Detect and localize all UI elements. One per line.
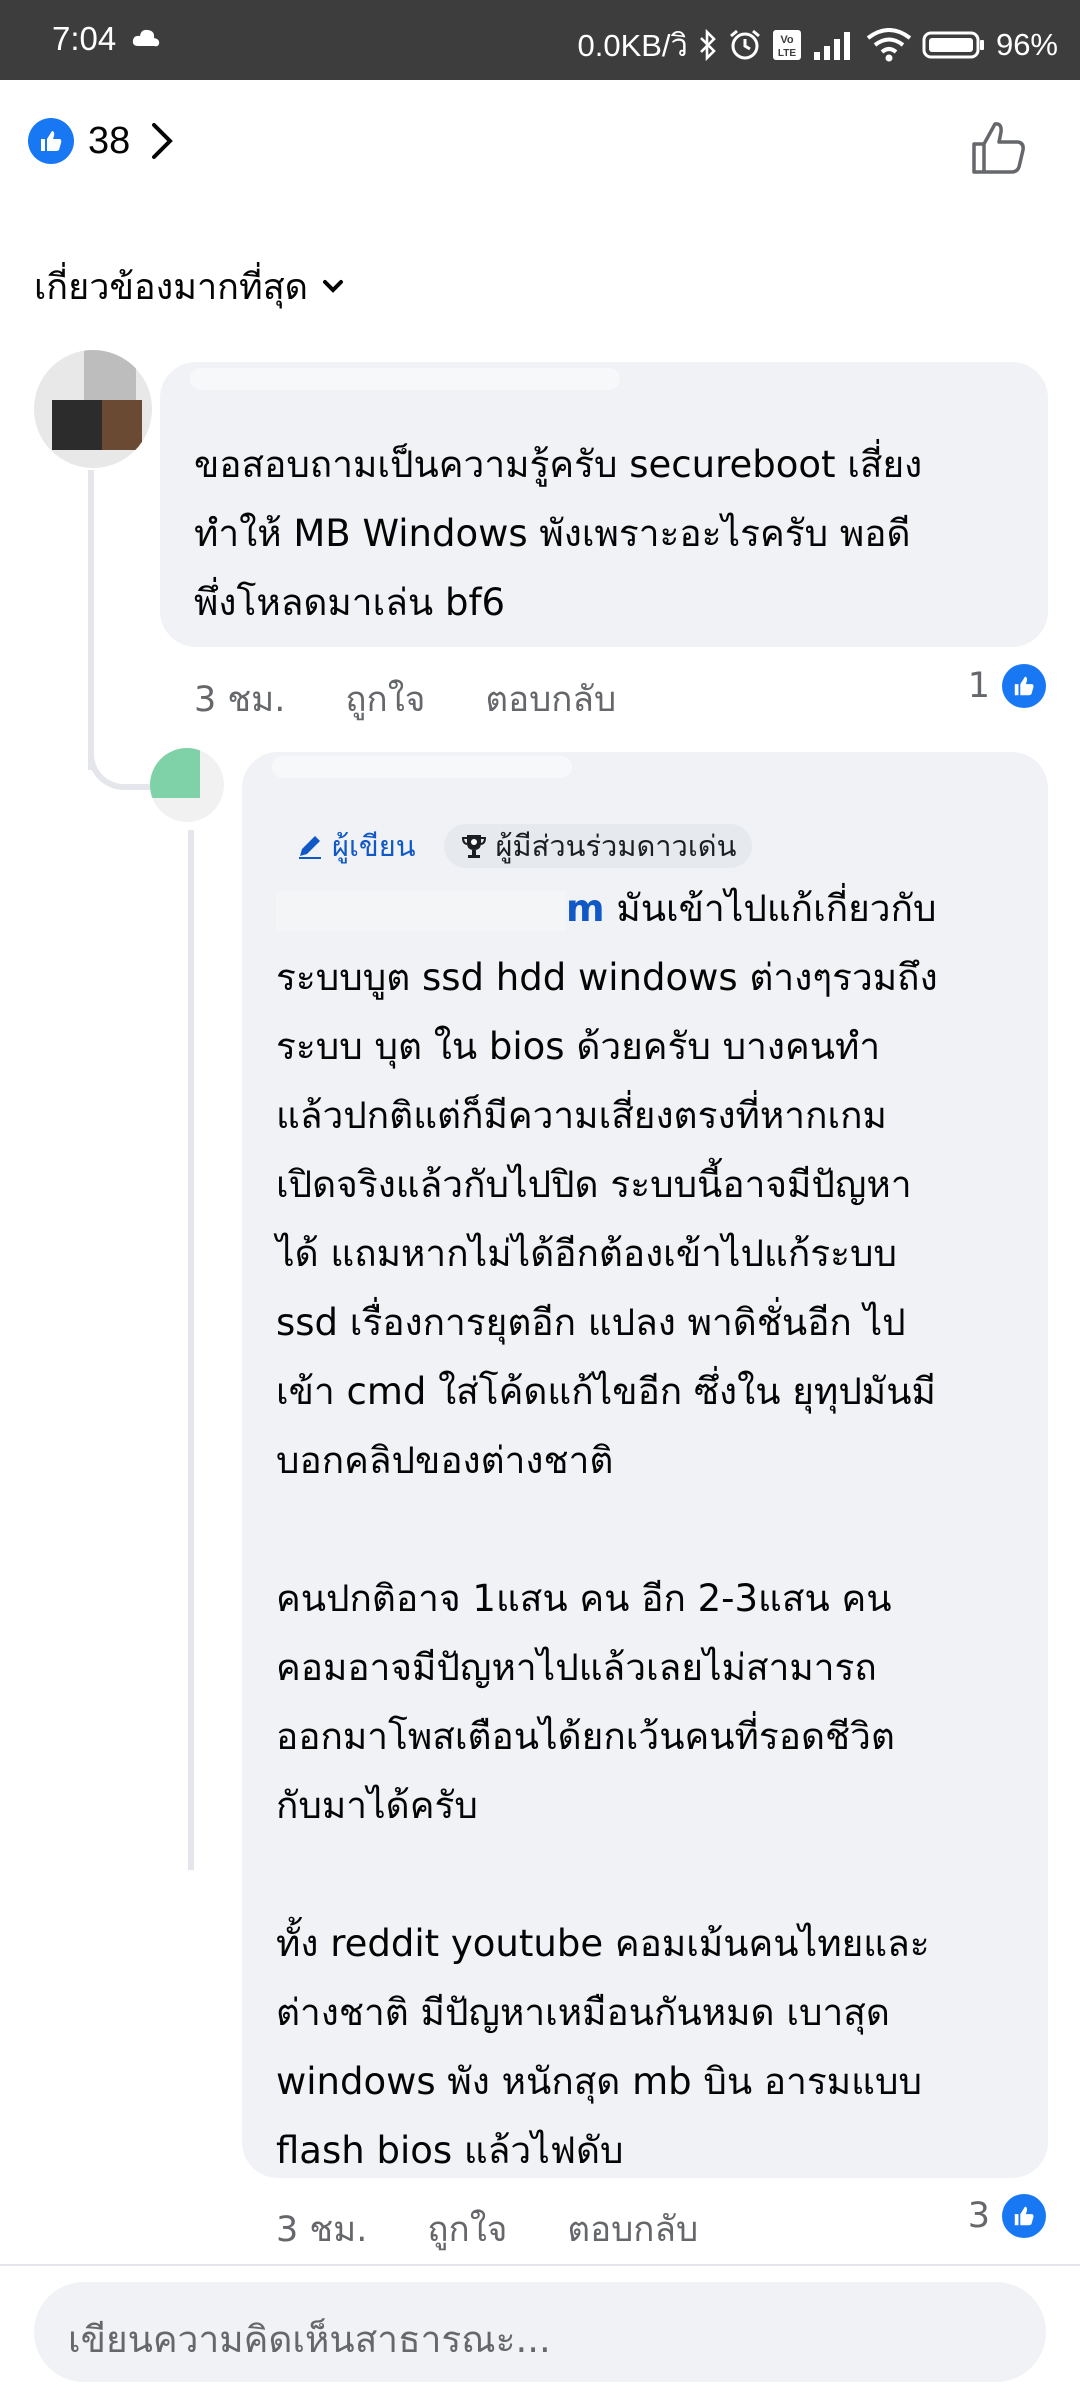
comment-input-placeholder: เขียนความคิดเห็นสาธารณะ... bbox=[68, 2318, 551, 2361]
reply-thread-line bbox=[188, 830, 194, 1870]
chevron-right-icon bbox=[152, 123, 174, 159]
pencil-icon bbox=[299, 836, 321, 859]
thumbs-up-outline-icon[interactable] bbox=[968, 118, 1028, 178]
reply-text-body: ระบบบูต ssd hdd windows ต่างๆรวมถึง ระบบ… bbox=[276, 956, 938, 2172]
reaction-count: 3 bbox=[967, 2196, 990, 2236]
sort-label: เกี่ยวข้องมากที่สุด bbox=[34, 267, 309, 308]
status-time: 7:04 bbox=[52, 20, 117, 57]
chevron-down-icon bbox=[323, 279, 344, 293]
author-name-redacted bbox=[190, 368, 620, 390]
alarm-icon bbox=[729, 29, 760, 60]
mention-redacted bbox=[276, 890, 566, 931]
like-icon bbox=[28, 118, 74, 164]
reply-button[interactable]: ตอบกลับ bbox=[485, 672, 616, 727]
reply-text-first-line: มันเข้าไปแก้เกี่ยวกับ bbox=[604, 887, 937, 930]
avatar[interactable] bbox=[34, 350, 152, 468]
comment-text: ขอสอบถามเป็นความรู้ครับ secureboot เสี่ย… bbox=[194, 443, 923, 624]
signal-icon bbox=[813, 32, 850, 60]
svg-text:LTE: LTE bbox=[778, 48, 796, 59]
svg-text:Vo: Vo bbox=[780, 34, 794, 46]
reply-actions: 3 ชม. ถูกใจ ตอบกลับ bbox=[276, 2202, 698, 2257]
author-badge: ผู้เขียน bbox=[292, 824, 432, 868]
status-bar: 7:04 0.0KB/วิ Vo LTE 96% bbox=[0, 0, 1080, 80]
sort-dropdown[interactable]: เกี่ยวข้องมากที่สุด bbox=[34, 258, 344, 315]
like-summary[interactable]: 38 bbox=[28, 118, 180, 164]
reply-text: m มันเข้าไปแก้เกี่ยวกับ ระบบบูต ssd hdd … bbox=[276, 874, 1036, 2185]
comment-actions: 3 ชม. ถูกใจ ตอบกลับ bbox=[194, 672, 616, 727]
comment-input[interactable]: เขียนความคิดเห็นสาธารณะ... bbox=[34, 2282, 1046, 2382]
wifi-icon bbox=[866, 28, 912, 62]
status-icons: 0.0KB/วิ Vo LTE 96% bbox=[577, 20, 1058, 70]
battery-percent: 96% bbox=[995, 27, 1058, 62]
cloud-icon bbox=[132, 29, 160, 47]
bluetooth-icon bbox=[700, 29, 716, 61]
avatar[interactable] bbox=[150, 748, 224, 822]
reply-time: 3 ชม. bbox=[276, 2210, 368, 2250]
trophy-icon bbox=[461, 835, 486, 858]
reaction-count: 1 bbox=[967, 666, 990, 706]
author-badges: ผู้เขียน ผู้มีส่วนร่วมดาวเด่น bbox=[292, 824, 753, 868]
like-button[interactable]: ถูกใจ bbox=[345, 672, 425, 727]
like-button[interactable]: ถูกใจ bbox=[427, 2202, 507, 2257]
divider bbox=[0, 2264, 1080, 2266]
volte-icon: Vo LTE bbox=[772, 30, 801, 60]
battery-icon bbox=[922, 31, 984, 59]
reply-button[interactable]: ตอบกลับ bbox=[567, 2202, 698, 2257]
thread-curve bbox=[88, 720, 158, 790]
reaction-summary[interactable]: 3 bbox=[968, 2194, 1046, 2238]
like-count: 38 bbox=[88, 119, 131, 162]
network-speed: 0.0KB/วิ bbox=[577, 28, 688, 63]
like-icon bbox=[1002, 664, 1046, 708]
top-contributor-badge: ผู้มีส่วนร่วมดาวเด่น bbox=[443, 824, 753, 868]
reaction-summary[interactable]: 1 bbox=[968, 664, 1046, 708]
author-name-redacted bbox=[272, 756, 572, 778]
comment-time: 3 ชม. bbox=[194, 680, 286, 720]
like-icon bbox=[1002, 2194, 1046, 2238]
mention-link[interactable]: m bbox=[566, 887, 605, 930]
